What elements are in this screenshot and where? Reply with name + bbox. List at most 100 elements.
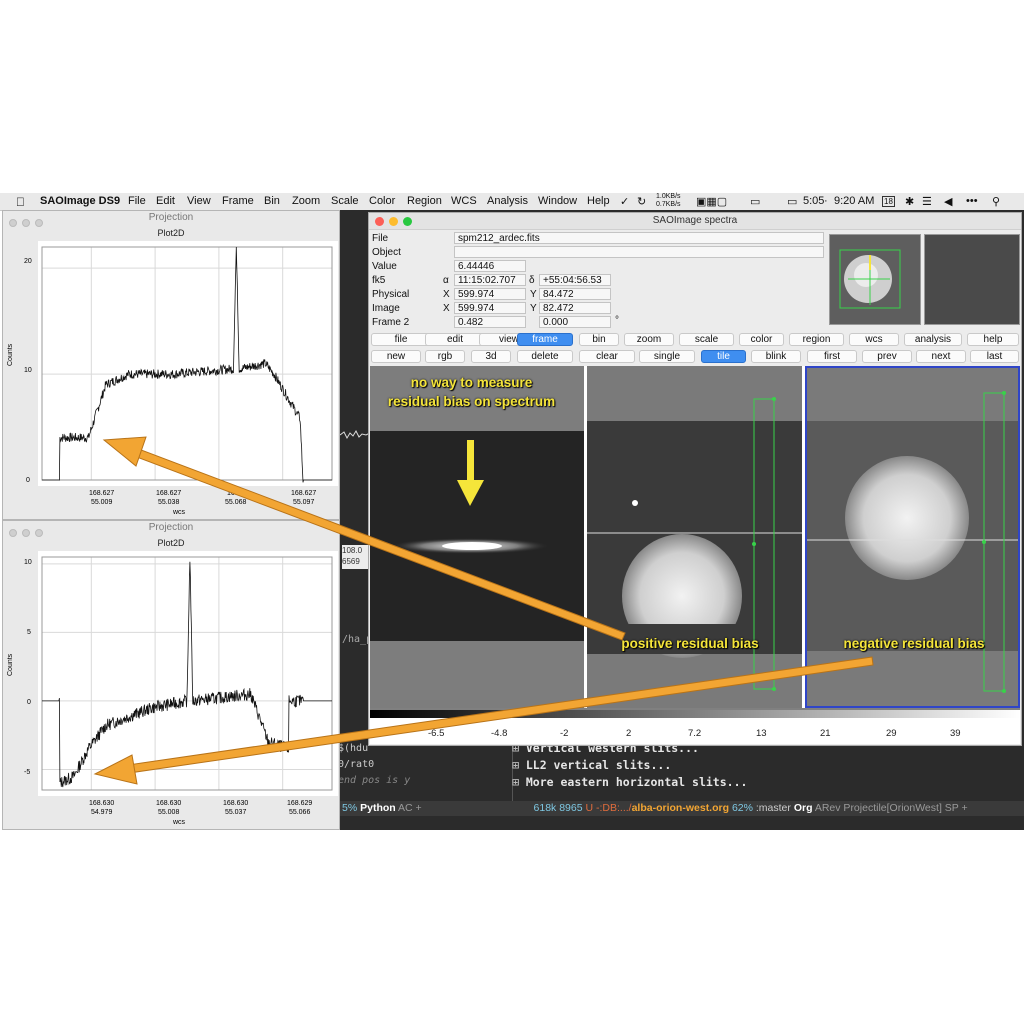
- frame-2-positive[interactable]: [587, 366, 802, 708]
- fk5-dec-field[interactable]: +55:04:56.53: [539, 274, 611, 286]
- btn-delete[interactable]: delete: [517, 350, 573, 363]
- app-menu[interactable]: SAOImage DS9: [40, 195, 120, 207]
- file-field[interactable]: spm212_ardec.fits: [454, 232, 824, 244]
- btn-new[interactable]: new: [371, 350, 421, 363]
- menu-scale[interactable]: Scale: [331, 195, 359, 207]
- x-tick: 168.630 54.979: [89, 799, 114, 817]
- btn-first[interactable]: first: [807, 350, 857, 363]
- menu-bar:  SAOImage DS9 File Edit View Frame Bin …: [0, 193, 1024, 211]
- btn-last[interactable]: last: [970, 350, 1019, 363]
- search-icon[interactable]: ⚲: [992, 195, 1000, 208]
- menu-bin[interactable]: Bin: [264, 195, 280, 207]
- frame-3-negative[interactable]: [805, 366, 1020, 708]
- btn-rgb[interactable]: rgb: [425, 350, 465, 363]
- x-tick-line2: 55.008: [157, 809, 180, 816]
- btn-zoom[interactable]: zoom: [624, 333, 674, 346]
- zoom-icon[interactable]: [403, 217, 412, 226]
- tray-icons[interactable]: ▣▦▢: [696, 195, 727, 208]
- scale-tick: 29: [886, 728, 897, 739]
- outline-item[interactable]: ⊞ LL2 vertical slits...: [512, 757, 1022, 774]
- frame-2-canvas: [587, 366, 802, 708]
- calendar-icon[interactable]: 18: [882, 196, 895, 207]
- scale-tick: 39: [950, 728, 961, 739]
- menu-zoom[interactable]: Zoom: [292, 195, 320, 207]
- more-icon[interactable]: •••: [966, 195, 978, 207]
- panner[interactable]: [829, 234, 921, 325]
- apple-icon[interactable]: : [16, 195, 25, 209]
- physical-y-field[interactable]: 84.472: [539, 288, 611, 300]
- menu-wcs[interactable]: WCS: [451, 195, 477, 207]
- btn-color[interactable]: color: [739, 333, 784, 346]
- blank-tray-icon[interactable]: ▭: [750, 195, 760, 208]
- y-tick-20: 20: [24, 258, 32, 265]
- label-value: Value: [372, 261, 397, 272]
- code-comment: end pos is y: [338, 775, 411, 786]
- btn-3d[interactable]: 3d: [471, 350, 511, 363]
- colorbar[interactable]: [370, 710, 1020, 718]
- frame2-b-field[interactable]: 0.000: [539, 316, 611, 328]
- menu-color[interactable]: Color: [369, 195, 395, 207]
- image-y-field[interactable]: 82.472: [539, 302, 611, 314]
- image-display[interactable]: [370, 366, 1020, 710]
- btn-edit[interactable]: edit: [425, 333, 485, 346]
- battery-icon[interactable]: ▭: [787, 195, 797, 208]
- background-plot-fragment: [340, 429, 370, 440]
- wifi-icon[interactable]: ☰: [922, 195, 932, 208]
- y-tick-5: 5: [27, 629, 31, 636]
- network-stats[interactable]: 1.0KB/s 0.7KB/s: [656, 193, 681, 209]
- menu-analysis[interactable]: Analysis: [487, 195, 528, 207]
- plot-area[interactable]: [38, 551, 338, 796]
- frame-1-spectrum[interactable]: [370, 366, 584, 708]
- btn-single[interactable]: single: [639, 350, 695, 363]
- btn-clear[interactable]: clear: [579, 350, 635, 363]
- window-title: Projection: [148, 212, 194, 223]
- menu-edit[interactable]: Edit: [156, 195, 175, 207]
- menu-window[interactable]: Window: [538, 195, 577, 207]
- battery-time[interactable]: 5:05: [803, 195, 824, 207]
- x-tick-line1: 168.6: [226, 490, 245, 497]
- x-tick-line2: 55.037: [224, 809, 247, 816]
- x-tick: 168.629 55.066: [287, 799, 312, 817]
- btn-tile[interactable]: tile: [701, 350, 746, 363]
- value-field[interactable]: 6.44446: [454, 260, 526, 272]
- fk5-ra-field[interactable]: 11:15:02.707: [454, 274, 526, 286]
- close-icon[interactable]: [375, 217, 384, 226]
- outline-item[interactable]: ⊞ More eastern horizontal slits...: [512, 774, 1022, 791]
- volume-icon[interactable]: ◀: [944, 195, 952, 208]
- menu-file[interactable]: File: [128, 195, 146, 207]
- menu-region[interactable]: Region: [407, 195, 442, 207]
- btn-analysis[interactable]: analysis: [904, 333, 962, 346]
- menu-frame[interactable]: Frame: [222, 195, 254, 207]
- clock[interactable]: 9:20 AM: [834, 195, 874, 207]
- checkmark-icon[interactable]: ✓: [620, 195, 629, 208]
- btn-file[interactable]: file: [371, 333, 431, 346]
- btn-prev[interactable]: prev: [862, 350, 912, 363]
- physical-x-field[interactable]: 599.974: [454, 288, 526, 300]
- frame2-a-field[interactable]: 0.482: [454, 316, 526, 328]
- plot-canvas[interactable]: [38, 241, 338, 486]
- menu-help[interactable]: Help: [587, 195, 610, 207]
- minimize-icon[interactable]: [389, 217, 398, 226]
- plot-canvas[interactable]: [38, 551, 338, 796]
- menu-view[interactable]: View: [187, 195, 211, 207]
- window-title: Projection: [148, 522, 194, 533]
- btn-frame[interactable]: frame: [517, 333, 573, 346]
- image-x-field[interactable]: 599.974: [454, 302, 526, 314]
- btn-help[interactable]: help: [967, 333, 1019, 346]
- btn-wcs[interactable]: wcs: [849, 333, 899, 346]
- btn-next[interactable]: next: [916, 350, 966, 363]
- plot-title: Plot2D: [157, 228, 185, 238]
- plot-area[interactable]: [38, 241, 338, 486]
- btn-blink[interactable]: blink: [751, 350, 801, 363]
- bluetooth-icon[interactable]: ✱: [905, 195, 914, 208]
- y-axis-label: Counts: [7, 343, 14, 366]
- left-code: $(hdu 0/rat0 end pos is y: [338, 741, 410, 789]
- label-delta: δ: [529, 275, 535, 286]
- projection-window-bottom: Projection Plot2D Counts 10 5 0 -5 168.6…: [2, 520, 340, 830]
- btn-scale[interactable]: scale: [679, 333, 734, 346]
- btn-region[interactable]: region: [789, 333, 844, 346]
- sync-icon[interactable]: ↻: [637, 195, 646, 208]
- object-field[interactable]: [454, 246, 824, 258]
- btn-bin[interactable]: bin: [579, 333, 619, 346]
- frame-1-canvas: [370, 366, 584, 708]
